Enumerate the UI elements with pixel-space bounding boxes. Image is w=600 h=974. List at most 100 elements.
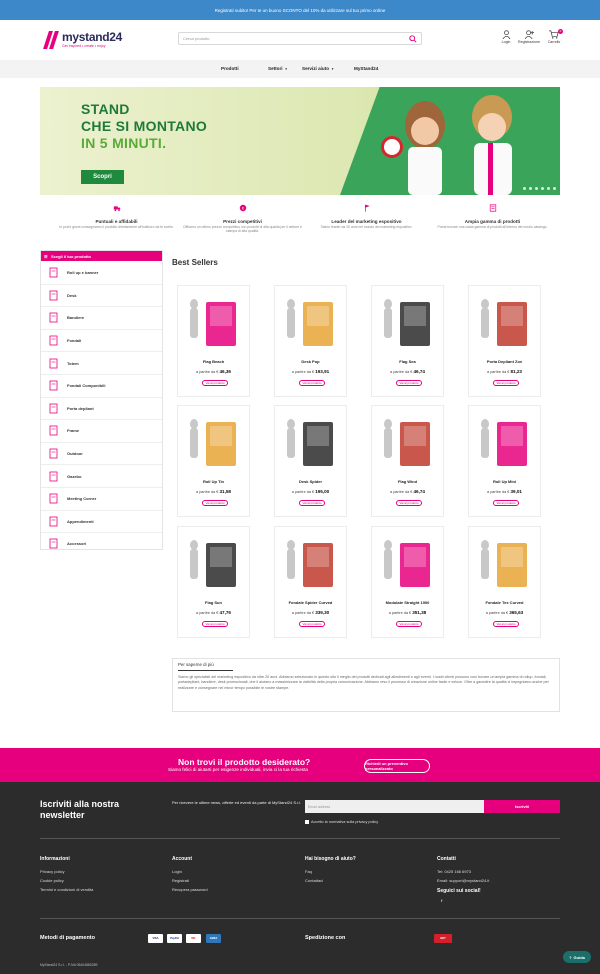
carousel-dot[interactable]: [553, 187, 556, 190]
sidebar-item[interactable]: Fondali: [41, 328, 162, 352]
product-card[interactable]: Fondale Tex Curved a partire da € 365,63 V…: [468, 526, 541, 638]
go-to-product-button[interactable]: Vai al prodotto: [396, 621, 422, 627]
product-card[interactable]: Fondale Spider Curved a partire da € 339,…: [274, 526, 347, 638]
sidebar-item[interactable]: Porta depliant: [41, 396, 162, 420]
sidebar-item-label: Totem: [67, 360, 79, 366]
go-to-product-button[interactable]: Vai al prodotto: [493, 621, 519, 627]
go-to-product-button[interactable]: Vai al prodotto: [202, 500, 228, 506]
product-card[interactable]: Flag Sun a partire da € 47,76 Vai al prodo…: [177, 526, 250, 638]
product-card[interactable]: Roll Up Tin a partire da € 31,58 Vai al pr…: [177, 405, 250, 517]
nav-item-servizi-aiuto[interactable]: Servizi aiuto ▼: [302, 66, 334, 71]
sidebar-item[interactable]: Roll up e banner: [41, 261, 162, 284]
carousel-dots[interactable]: [523, 187, 556, 190]
product-card[interactable]: Porta Depliant Zoe a partire da € 81,23 Va…: [468, 285, 541, 397]
product-image[interactable]: [376, 533, 440, 595]
sidebar-item-label: Frame: [67, 428, 80, 434]
footer-link[interactable]: Privacy policy: [40, 867, 160, 876]
product-name[interactable]: Flag Beach: [178, 359, 249, 364]
search-icon[interactable]: [409, 35, 417, 43]
product-name[interactable]: Flag Sun: [178, 600, 249, 605]
sidebar-item[interactable]: Bandiere: [41, 306, 162, 329]
product-name[interactable]: Desk Pop: [275, 359, 346, 364]
footer-link[interactable]: Registrati: [172, 876, 292, 885]
checkbox-box[interactable]: [305, 820, 309, 824]
product-image[interactable]: [473, 292, 537, 354]
carousel-dot[interactable]: [529, 187, 532, 190]
newsletter-email-field[interactable]: Email address: [305, 800, 485, 813]
nav-item-prodotti[interactable]: Prodotti: [221, 66, 239, 71]
sidebar-item[interactable]: Frame: [41, 419, 162, 442]
info-tab[interactable]: Per saperne di più: [178, 662, 214, 667]
product-card[interactable]: Roll Up Mini a partire da € 39,01 Vai al p…: [468, 405, 541, 517]
product-image[interactable]: [473, 412, 537, 474]
carousel-dot[interactable]: [535, 187, 538, 190]
product-image[interactable]: [182, 292, 246, 354]
product-image[interactable]: [279, 533, 343, 595]
guide-button[interactable]: ? Guida: [563, 951, 591, 963]
product-card[interactable]: Modulate Straight 1900 a partire da € 351…: [371, 526, 444, 638]
sidebar-item[interactable]: Gazebo: [41, 464, 162, 487]
register-button[interactable]: Registrazione: [516, 30, 542, 44]
privacy-consent-checkbox[interactable]: Accetto la normativa sulla privacy polic…: [305, 820, 378, 824]
carousel-dot[interactable]: [523, 187, 526, 190]
footer-link[interactable]: Termini e condizioni di vendita: [40, 885, 160, 894]
product-name[interactable]: Roll Up Tin: [178, 479, 249, 484]
newsletter-subscribe-button[interactable]: Iscriviti: [484, 800, 560, 813]
sidebar-item[interactable]: Appendimenti: [41, 509, 162, 533]
go-to-product-button[interactable]: Vai al prodotto: [299, 621, 325, 627]
product-name[interactable]: Modulate Straight 1900: [372, 600, 443, 605]
go-to-product-button[interactable]: Vai al prodotto: [493, 380, 519, 386]
carousel-dot[interactable]: [547, 187, 550, 190]
footer-link[interactable]: Contattaci: [305, 876, 425, 885]
product-image[interactable]: [376, 412, 440, 474]
logo[interactable]: mystand24 Get Inspired • create • enjoy: [43, 31, 122, 49]
product-image[interactable]: [182, 412, 246, 474]
go-to-product-button[interactable]: Vai al prodotto: [202, 380, 228, 386]
search-input[interactable]: Cerca prodotto: [178, 32, 422, 45]
facebook-icon[interactable]: f: [437, 896, 557, 905]
product-card[interactable]: Flag Beach a partire da € 46,36 Vai al pro…: [177, 285, 250, 397]
product-image[interactable]: [182, 533, 246, 595]
product-card[interactable]: Flag Wind a partire da € 46,74 Vai al prod…: [371, 405, 444, 517]
product-name[interactable]: Fondale Spider Curved: [275, 600, 346, 605]
cart-button[interactable]: Carrello 0: [543, 29, 565, 44]
sidebar-item[interactable]: Desk: [41, 283, 162, 307]
product-card[interactable]: Desk Spider a partire da € 195,00 Vai al p…: [274, 405, 347, 517]
footer-link[interactable]: Recupera password: [172, 885, 292, 894]
footer-link[interactable]: Faq: [305, 867, 425, 876]
product-name[interactable]: Roll Up Mini: [469, 479, 540, 484]
sidebar-item[interactable]: Fondali Componibili: [41, 373, 162, 397]
go-to-product-button[interactable]: Vai al prodotto: [396, 500, 422, 506]
sidebar-item[interactable]: Accessori: [41, 532, 162, 555]
product-card[interactable]: Desk Pop a partire da € 193,91 Vai al prod…: [274, 285, 347, 397]
login-button[interactable]: Login: [495, 30, 517, 44]
hero-discover-button[interactable]: Scopri: [81, 170, 124, 184]
go-to-product-button[interactable]: Vai al prodotto: [493, 500, 519, 506]
go-to-product-button[interactable]: Vai al prodotto: [299, 380, 325, 386]
product-name[interactable]: Fondale Tex Curved: [469, 600, 540, 605]
sidebar-item[interactable]: Outdoor: [41, 441, 162, 465]
product-name[interactable]: Flag Wind: [372, 479, 443, 484]
go-to-product-button[interactable]: Vai al prodotto: [299, 500, 325, 506]
footer-link[interactable]: Cookie policy: [40, 876, 160, 885]
product-image[interactable]: [376, 292, 440, 354]
email-text[interactable]: Email: support@mystand24.it: [437, 876, 557, 885]
product-name[interactable]: Porta Depliant Zoe: [469, 359, 540, 364]
product-image[interactable]: [279, 412, 343, 474]
footer-link[interactable]: Login: [172, 867, 292, 876]
go-to-product-button[interactable]: Vai al prodotto: [202, 621, 228, 627]
product-name[interactable]: Desk Spider: [275, 479, 346, 484]
product-name[interactable]: Flag Sea: [372, 359, 443, 364]
hero-banner[interactable]: STAND CHE SI MONTANO IN 5 MINUTI. Scopri: [40, 87, 560, 195]
sidebar-item[interactable]: Totem: [41, 351, 162, 374]
carousel-dot[interactable]: [541, 187, 544, 190]
nav-item-settori[interactable]: Settori ▼: [268, 66, 288, 71]
category-thumbnail-icon: [47, 312, 59, 324]
product-card[interactable]: Flag Sea a partire da € 46,74 Vai al prodo…: [371, 285, 444, 397]
product-image[interactable]: [473, 533, 537, 595]
nav-item-mystand24[interactable]: MyStand24: [354, 66, 378, 71]
go-to-product-button[interactable]: Vai al prodotto: [396, 380, 422, 386]
product-image[interactable]: [279, 292, 343, 354]
sidebar-item[interactable]: Meeting Corner: [41, 486, 162, 510]
request-quote-button[interactable]: Richiedi un preventivo personalizzato: [364, 759, 430, 773]
